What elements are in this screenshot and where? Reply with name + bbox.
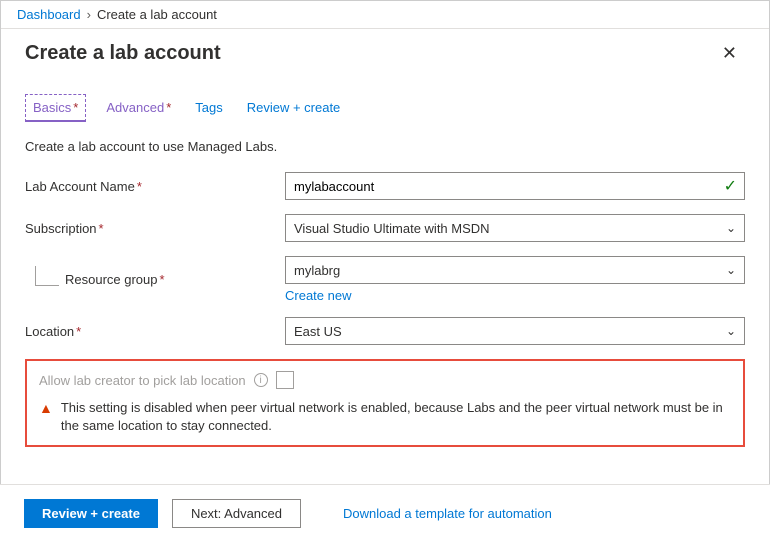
download-template-link[interactable]: Download a template for automation (343, 506, 552, 521)
tab-review[interactable]: Review + create (243, 94, 345, 122)
info-icon[interactable]: i (254, 373, 268, 387)
chevron-down-icon: ⌄ (726, 221, 736, 235)
page-title: Create a lab account (25, 42, 714, 65)
highlight-box: Allow lab creator to pick lab location i… (25, 359, 745, 447)
page-header: Create a lab account ✕ (1, 29, 769, 72)
review-create-button[interactable]: Review + create (24, 499, 158, 528)
intro-text: Create a lab account to use Managed Labs… (25, 139, 745, 154)
warning-text: This setting is disabled when peer virtu… (61, 399, 731, 435)
location-select[interactable]: East US ⌄ (285, 317, 745, 345)
create-new-link[interactable]: Create new (285, 288, 351, 303)
next-advanced-button[interactable]: Next: Advanced (172, 499, 301, 528)
tab-tags[interactable]: Tags (191, 94, 226, 122)
footer: Review + create Next: Advanced Download … (0, 484, 770, 542)
form-content: Create a lab account to use Managed Labs… (1, 123, 769, 447)
chevron-down-icon: ⌄ (726, 324, 736, 338)
checkmark-icon: ✓ (724, 176, 737, 196)
label-subscription: Subscription* (25, 221, 285, 236)
allow-lab-location-checkbox (276, 371, 294, 389)
subscription-select[interactable]: Visual Studio Ultimate with MSDN ⌄ (285, 214, 745, 242)
close-icon[interactable]: ✕ (714, 39, 745, 68)
warning-icon: ▲ (39, 400, 53, 416)
breadcrumb-current: Create a lab account (97, 7, 217, 22)
tab-bar: Basics* Advanced* Tags Review + create (1, 72, 769, 123)
tab-advanced[interactable]: Advanced* (102, 94, 175, 122)
breadcrumb: Dashboard › Create a lab account (1, 1, 769, 29)
breadcrumb-dashboard[interactable]: Dashboard (17, 7, 81, 22)
chevron-down-icon: ⌄ (726, 263, 736, 277)
tab-basics[interactable]: Basics* (25, 94, 86, 122)
label-lab-account-name: Lab Account Name* (25, 179, 285, 194)
allow-lab-location-label: Allow lab creator to pick lab location (39, 373, 246, 388)
label-resource-group: Resource group* (25, 272, 285, 287)
chevron-right-icon: › (87, 7, 91, 22)
lab-account-name-input[interactable] (285, 172, 745, 200)
resource-group-select[interactable]: mylabrg ⌄ (285, 256, 745, 284)
label-location: Location* (25, 324, 285, 339)
